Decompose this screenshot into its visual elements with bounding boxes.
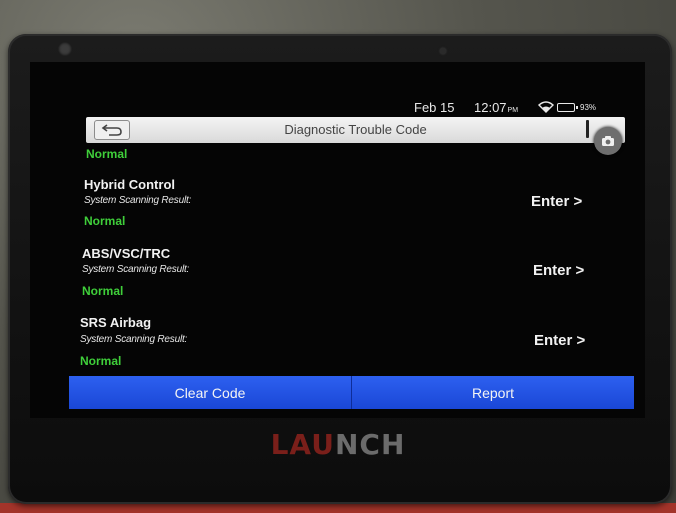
enter-button[interactable]: Enter >	[534, 332, 585, 349]
system-status: Normal	[80, 354, 122, 368]
report-button[interactable]: Report	[351, 376, 634, 409]
action-bar: Clear Code Report	[69, 376, 634, 409]
clear-code-button[interactable]: Clear Code	[69, 376, 351, 409]
brand-part-1: LAU	[270, 428, 335, 461]
system-scan-label: System Scanning Result:	[84, 195, 192, 206]
enter-button[interactable]: Enter >	[531, 193, 582, 210]
system-name: ABS/VSC/TRC	[82, 246, 171, 261]
system-name: SRS Airbag	[80, 315, 152, 330]
system-status: Normal	[82, 284, 124, 298]
system-scan-label: System Scanning Result:	[82, 264, 190, 275]
enter-button[interactable]: Enter >	[533, 262, 584, 279]
screen: Feb 15 12:07PM 93% Diagnostic Trouble Co…	[0, 0, 676, 513]
brand-part-2: NCH	[334, 428, 406, 461]
system-status: Normal	[84, 214, 126, 228]
brand-logo: LAUNCH	[0, 428, 676, 461]
system-name: Hybrid Control	[84, 177, 175, 192]
system-status: Normal	[86, 147, 128, 161]
system-scan-label: System Scanning Result:	[80, 334, 188, 345]
